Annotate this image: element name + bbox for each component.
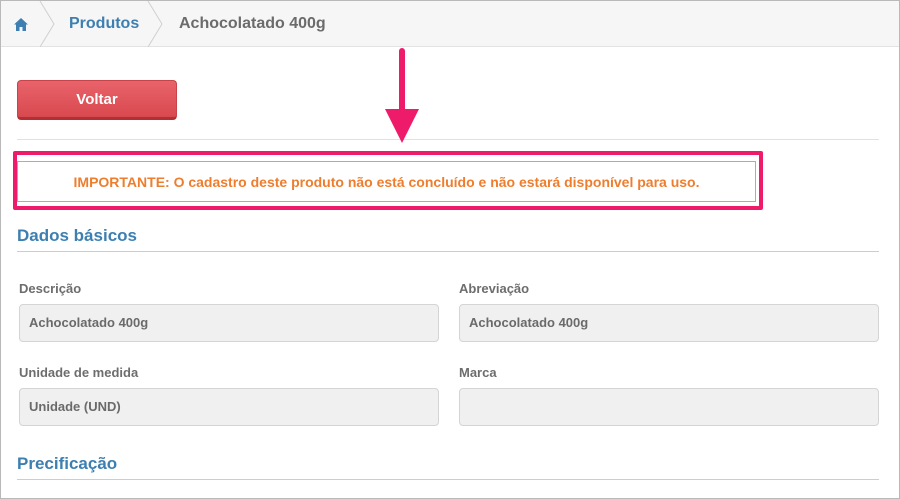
descricao-field[interactable]: Achocolatado 400g [19,304,439,342]
unidade-label: Unidade de medida [19,365,139,380]
descricao-label: Descrição [19,281,82,296]
abreviacao-label: Abreviação [459,281,530,296]
section-divider [17,251,879,252]
marca-field[interactable] [459,388,879,426]
breadcrumb: Produtos Achocolatado 400g [1,1,899,47]
breadcrumb-separator-icon [39,1,55,47]
unidade-field[interactable]: Unidade (UND) [19,388,439,426]
section-title-pricing: Precificação [17,454,118,473]
back-button[interactable]: Voltar [17,80,177,120]
home-icon [14,17,28,31]
breadcrumb-item-produtos[interactable]: Produtos [69,1,139,47]
breadcrumb-item-current: Achocolatado 400g [179,15,326,32]
divider [17,139,879,140]
abreviacao-field[interactable]: Achocolatado 400g [459,304,879,342]
breadcrumb-separator-icon [147,1,163,47]
incomplete-warning-alert: IMPORTANTE: O cadastro deste produto não… [17,161,756,202]
section-title-basic: Dados básicos [17,226,137,245]
section-divider [17,479,879,480]
marca-label: Marca [459,365,497,380]
breadcrumb-home[interactable] [1,1,41,47]
annotation-arrow-icon [385,48,419,143]
